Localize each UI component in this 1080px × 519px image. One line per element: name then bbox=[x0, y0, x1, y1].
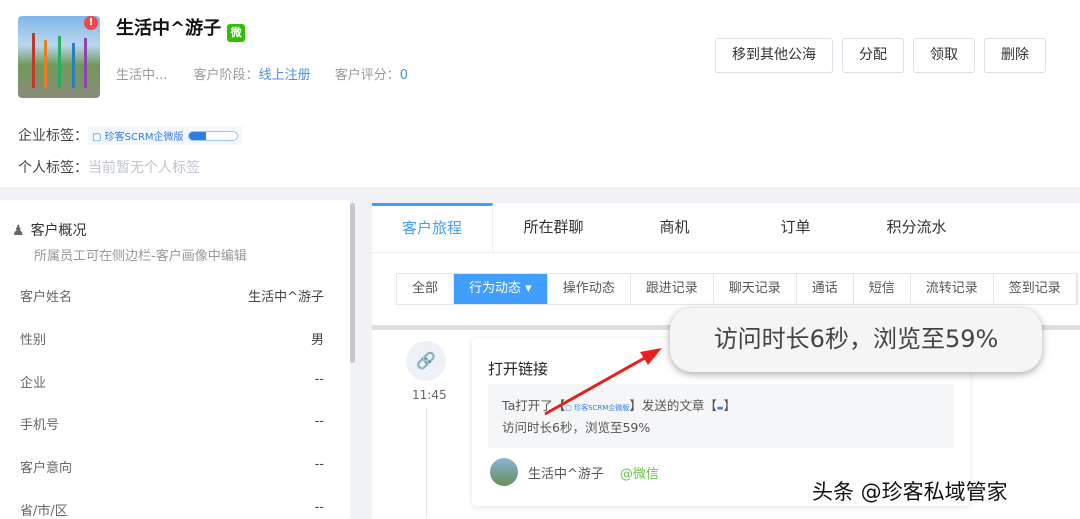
delete-button[interactable]: 删除 bbox=[984, 38, 1046, 73]
field-value: 男 bbox=[310, 333, 324, 348]
customer-name-text: 生活中^游子 bbox=[116, 18, 222, 39]
score-value[interactable]: 0 bbox=[400, 68, 408, 83]
event-detail: Ta打开了【▢ 珍客SCRM企微版】发送的文章【▬】 访问时长6秒，浏览至59% bbox=[488, 384, 954, 448]
overview-title: ♟ 客户概况 bbox=[12, 220, 87, 240]
personal-tags: 个人标签：当前暂无个人标签 bbox=[18, 157, 200, 177]
field-label: 客户意向 bbox=[20, 461, 73, 476]
personal-tags-empty: 当前暂无个人标签 bbox=[88, 160, 200, 176]
tag-pill-icon bbox=[187, 131, 238, 141]
stage-value[interactable]: 线上注册 bbox=[259, 68, 311, 83]
action-buttons: 移到其他公海 分配 领取 删除 bbox=[715, 38, 1046, 73]
user-icon: ♟ bbox=[12, 223, 25, 239]
overview-title-text: 客户概况 bbox=[30, 223, 87, 239]
overview-subtitle: 所属员工可在侧边栏-客户画像中编辑 bbox=[34, 249, 247, 264]
assign-button[interactable]: 分配 bbox=[842, 38, 904, 73]
score-label: 客户评分： bbox=[334, 68, 400, 83]
field-label: 省/市/区 bbox=[20, 504, 68, 519]
detail-duration: 访问时长6秒，浏览至59% bbox=[502, 420, 651, 435]
stage-label: 客户阶段： bbox=[193, 68, 259, 83]
field-row: 客户姓名 生活中^游子 bbox=[20, 286, 324, 305]
enterprise-tag-text: ▢ 珍客SCRM企微版 bbox=[92, 132, 184, 143]
filter-sms[interactable]: 短信 bbox=[854, 274, 911, 304]
overview-panel: ♟ 客户概况 所属员工可在侧边栏-客户画像中编辑 客户姓名 生活中^游子 性别 男 企… bbox=[0, 200, 350, 519]
filter-followup[interactable]: 跟进记录 bbox=[631, 274, 714, 304]
tab-opportunities[interactable]: 商机 bbox=[614, 203, 735, 252]
tab-bar: 客户旅程 所在群聊 商机 订单 积分流水 bbox=[372, 203, 1080, 253]
field-label: 手机号 bbox=[20, 418, 60, 433]
event-title: 打开链接 bbox=[488, 360, 549, 378]
scrollbar[interactable] bbox=[350, 203, 355, 363]
detail-text: 】发送的文章【 bbox=[629, 398, 717, 413]
callout-bubble: 访问时长6秒，浏览至59% bbox=[670, 308, 1042, 372]
short-name: 生活中... bbox=[116, 68, 168, 83]
enterprise-tags-label: 企业标签： bbox=[18, 128, 88, 144]
timeline-line bbox=[426, 408, 427, 518]
event-user: 生活中^游子 bbox=[528, 466, 604, 482]
field-label: 性别 bbox=[20, 333, 47, 348]
field-row: 企业 -- bbox=[20, 372, 324, 391]
event-source: @微信 bbox=[619, 466, 659, 482]
alert-badge: ! bbox=[84, 16, 98, 30]
personal-tags-label: 个人标签： bbox=[18, 160, 88, 176]
customer-header: ! 生活中^游子微 生活中... 客户阶段：线上注册 客户评分：0 移到其他公海… bbox=[0, 0, 1080, 187]
enterprise-tag[interactable]: ▢ 珍客SCRM企微版 bbox=[88, 126, 242, 145]
filter-operations[interactable]: 操作动态 bbox=[548, 274, 631, 304]
detail-tag: ▢ 珍客SCRM企微版 bbox=[565, 404, 630, 412]
field-label: 企业 bbox=[20, 376, 47, 391]
field-row: 省/市/区 -- bbox=[20, 500, 324, 519]
filter-calls[interactable]: 通话 bbox=[797, 274, 854, 304]
filter-chat[interactable]: 聊天记录 bbox=[714, 274, 797, 304]
field-row: 手机号 -- bbox=[20, 414, 324, 433]
claim-button[interactable]: 领取 bbox=[913, 38, 975, 73]
detail-text: 】 bbox=[723, 398, 736, 413]
customer-name: 生活中^游子微 bbox=[116, 14, 246, 42]
field-value: -- bbox=[314, 500, 324, 515]
tab-customer-journey[interactable]: 客户旅程 bbox=[372, 203, 493, 252]
move-to-pool-button[interactable]: 移到其他公海 bbox=[715, 38, 833, 73]
user-avatar bbox=[490, 458, 518, 486]
wechat-icon: 微 bbox=[227, 24, 246, 42]
field-row: 客户意向 -- bbox=[20, 457, 324, 476]
field-value: -- bbox=[314, 457, 324, 472]
filter-checkin[interactable]: 签到记录 bbox=[994, 274, 1077, 304]
filter-bar: 全部 行为动态 ▾ 操作动态 跟进记录 聊天记录 通话 短信 流转记录 签到记录 bbox=[396, 273, 1078, 305]
field-value: -- bbox=[314, 372, 324, 387]
link-icon: 🔗 bbox=[406, 341, 446, 381]
customer-meta: 生活中... 客户阶段：线上注册 客户评分：0 bbox=[116, 64, 428, 83]
field-row: 性别 男 bbox=[20, 329, 324, 348]
enterprise-tags: 企业标签： ▢ 珍客SCRM企微版 bbox=[18, 125, 242, 145]
event-footer: 生活中^游子 @微信 bbox=[490, 458, 659, 486]
event-time: 11:45 bbox=[412, 388, 447, 402]
watermark: 头条 @珍客私域管家 bbox=[812, 480, 1008, 504]
field-value: -- bbox=[314, 414, 324, 429]
field-label: 客户姓名 bbox=[20, 290, 73, 305]
tab-points[interactable]: 积分流水 bbox=[856, 203, 977, 252]
tab-orders[interactable]: 订单 bbox=[735, 203, 856, 252]
tab-group-chats[interactable]: 所在群聊 bbox=[493, 203, 614, 252]
filter-behavior[interactable]: 行为动态 ▾ bbox=[454, 274, 548, 304]
filter-all[interactable]: 全部 bbox=[397, 274, 455, 304]
detail-text: Ta打开了【 bbox=[502, 398, 566, 413]
field-value: 生活中^游子 bbox=[248, 290, 324, 305]
filter-transfer[interactable]: 流转记录 bbox=[911, 274, 994, 304]
